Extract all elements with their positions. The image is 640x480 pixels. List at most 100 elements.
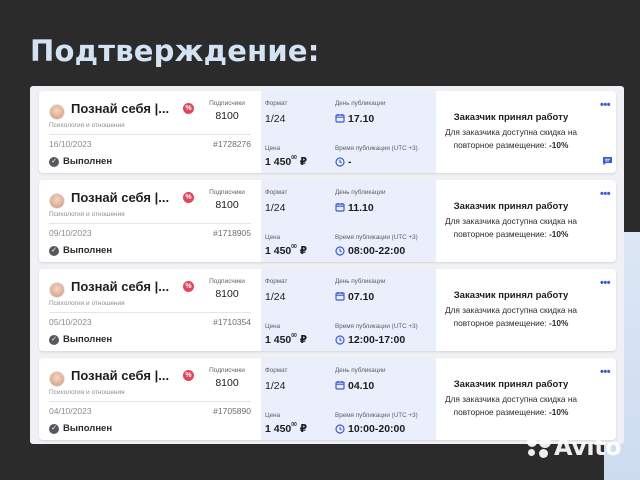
more-options-icon[interactable]: •••	[600, 99, 611, 111]
format-label: Формат	[265, 367, 288, 374]
confirmation-discount: повторное размещение: -10%	[453, 140, 569, 150]
confirmation-discount: повторное размещение: -10%	[453, 229, 569, 239]
order-id: #1710354	[213, 317, 251, 327]
more-options-icon[interactable]: •••	[600, 277, 611, 289]
pub-day-value: 11.10	[348, 202, 374, 214]
pub-time-value: 08:00-22:00	[348, 245, 406, 257]
order-date: 16/10/2023	[49, 139, 92, 149]
avatar	[49, 193, 65, 209]
pub-time-label: Время публикации (UTC +3)	[335, 234, 418, 241]
pub-time-label: Время публикации (UTC +3)	[335, 412, 418, 419]
order-card[interactable]: Познай себя |... Психология и отношения …	[39, 269, 616, 351]
subscribers-count: 8100	[215, 377, 239, 389]
order-date: 05/10/2023	[49, 317, 92, 327]
pub-time-label: Время публикации (UTC +3)	[335, 145, 418, 152]
order-status: Выполнен	[63, 245, 113, 256]
divider	[49, 223, 251, 224]
order-details: Формат 1/24 День публикации 07.10 Цена 1…	[261, 269, 436, 351]
price-label: Цена	[265, 234, 281, 241]
confirmation-title: Заказчик принял работу	[453, 112, 569, 123]
channel-category: Психология и отношения	[49, 389, 125, 396]
format-label: Формат	[265, 189, 288, 196]
order-card[interactable]: Познай себя |... Психология и отношения …	[39, 180, 616, 262]
channel-name[interactable]: Познай себя |...	[71, 190, 169, 205]
chat-icon[interactable]	[602, 156, 613, 166]
order-status: Выполнен	[63, 156, 113, 167]
check-circle-icon: ✓	[49, 157, 59, 167]
order-id: #1728276	[213, 139, 251, 149]
subscribers-label: Подписчики	[209, 189, 245, 196]
channel-category: Психология и отношения	[49, 211, 125, 218]
order-date: 09/10/2023	[49, 228, 92, 238]
calendar-icon	[335, 381, 345, 390]
channel-name[interactable]: Познай себя |...	[71, 368, 169, 383]
order-status: Выполнен	[63, 334, 113, 345]
subscribers-count: 8100	[215, 288, 239, 300]
clock-icon	[335, 424, 345, 434]
price-value: 1 45000 ₽	[265, 155, 308, 168]
clock-icon	[335, 335, 345, 345]
check-circle-icon: ✓	[49, 424, 59, 434]
pub-day-label: День публикации	[335, 367, 386, 374]
format-value: 1/24	[265, 113, 286, 125]
pub-day-value: 07.10	[348, 291, 375, 303]
pub-time-label: Время публикации (UTC +3)	[335, 323, 418, 330]
format-label: Формат	[265, 278, 288, 285]
confirmation-title: Заказчик принял работу	[453, 379, 569, 390]
calendar-icon	[335, 292, 345, 301]
discount-badge-icon: %	[183, 192, 194, 203]
more-options-icon[interactable]: •••	[600, 366, 611, 378]
order-date: 04/10/2023	[49, 406, 92, 416]
channel-category: Психология и отношения	[49, 122, 125, 129]
subscribers-count: 8100	[215, 110, 239, 122]
format-value: 1/24	[265, 380, 286, 392]
price-label: Цена	[265, 323, 281, 330]
pub-day-label: День публикации	[335, 189, 386, 196]
confirmation-text: Для заказчика доступна скидка на	[444, 305, 578, 315]
calendar-icon	[335, 114, 345, 123]
check-circle-icon: ✓	[49, 246, 59, 256]
pub-time-value: 12:00-17:00	[348, 334, 406, 346]
format-value: 1/24	[265, 202, 286, 214]
page-title: Подтверждение:	[30, 34, 320, 68]
confirmation-title: Заказчик принял работу	[453, 290, 569, 301]
channel-category: Психология и отношения	[49, 300, 125, 307]
pub-time-value: -	[348, 156, 352, 168]
discount-badge-icon: %	[183, 281, 194, 292]
order-details: Формат 1/24 День публикации 04.10 Цена 1…	[261, 358, 436, 440]
divider	[49, 134, 251, 135]
order-status: Выполнен	[63, 423, 113, 434]
price-label: Цена	[265, 412, 281, 419]
price-value: 1 45000 ₽	[265, 422, 308, 435]
avatar	[49, 282, 65, 298]
subscribers-label: Подписчики	[209, 278, 245, 285]
format-value: 1/24	[265, 291, 286, 303]
avatar	[49, 104, 65, 120]
subscribers-count: 8100	[215, 199, 239, 211]
order-details: Формат 1/24 День публикации 11.10 Цена 1…	[261, 180, 436, 262]
pub-time-value: 10:00-20:00	[348, 423, 406, 435]
divider	[49, 312, 251, 313]
order-id: #1705890	[213, 406, 251, 416]
order-card[interactable]: Познай себя |... Психология и отношения …	[39, 358, 616, 440]
clock-icon	[335, 157, 345, 167]
confirmation-title: Заказчик принял работу	[453, 201, 569, 212]
channel-name[interactable]: Познай себя |...	[71, 101, 169, 116]
discount-badge-icon: %	[183, 103, 194, 114]
calendar-icon	[335, 203, 345, 212]
pub-day-label: День публикации	[335, 100, 386, 107]
channel-name[interactable]: Познай себя |...	[71, 279, 169, 294]
check-circle-icon: ✓	[49, 335, 59, 345]
orders-panel: Познай себя |... Психология и отношения …	[30, 86, 624, 444]
watermark-text: Avito	[554, 433, 622, 461]
format-label: Формат	[265, 100, 288, 107]
discount-badge-icon: %	[183, 370, 194, 381]
confirmation-text: Для заказчика доступна скидка на	[444, 394, 578, 404]
order-id: #1718905	[213, 228, 251, 238]
more-options-icon[interactable]: •••	[600, 188, 611, 200]
order-details: Формат 1/24 День публикации 17.10 Цена 1…	[261, 91, 436, 173]
price-label: Цена	[265, 145, 281, 152]
order-card[interactable]: Познай себя |... Психология и отношения …	[39, 91, 616, 173]
subscribers-label: Подписчики	[209, 367, 245, 374]
price-value: 1 45000 ₽	[265, 333, 308, 346]
